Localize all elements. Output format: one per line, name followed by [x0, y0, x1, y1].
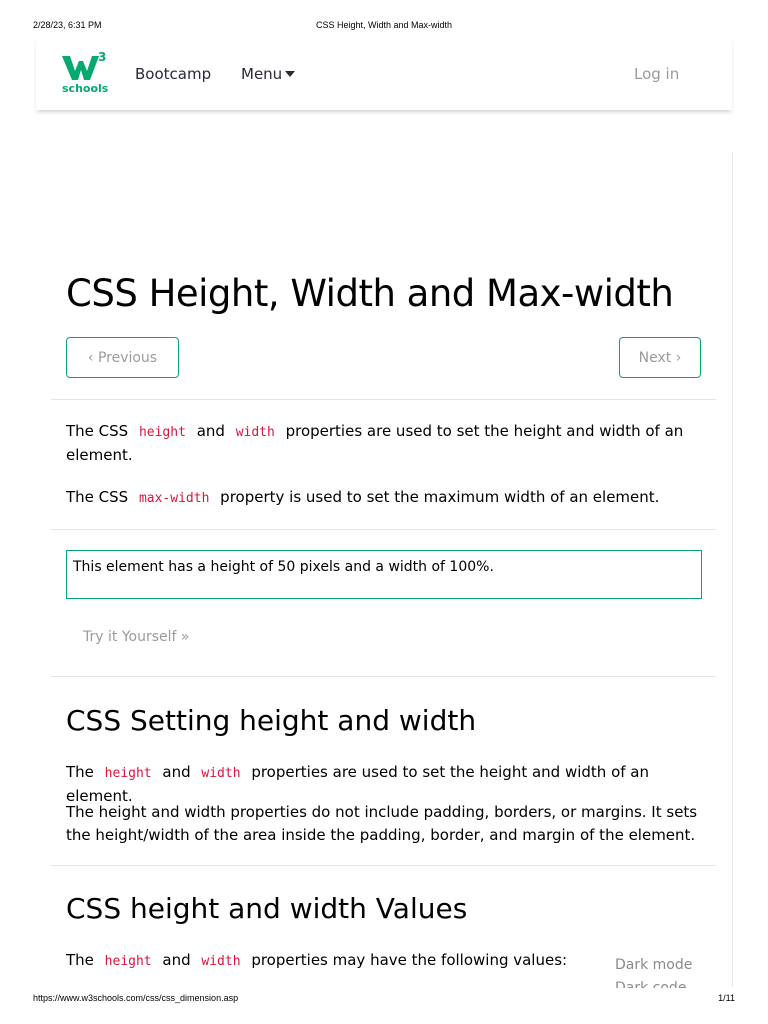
divider — [51, 676, 716, 677]
values-p1-post: properties may have the following values… — [246, 951, 568, 969]
print-page-number: 1/11 — [718, 993, 735, 1003]
login-link[interactable]: Log in — [634, 65, 679, 83]
code-width: width — [235, 425, 275, 440]
divider — [51, 399, 716, 400]
page-title: CSS Height, Width and Max-width — [66, 272, 674, 315]
dark-code-toggle[interactable]: Dark code — [615, 980, 686, 988]
previous-button[interactable]: ‹ Previous — [66, 337, 179, 378]
top-navigation-bar: 3 schools Bootcamp Menu Log in — [36, 37, 732, 110]
try-it-yourself-link[interactable]: Try it Yourself » — [83, 629, 189, 645]
intro-paragraph-2: The CSS max-width property is used to se… — [66, 486, 702, 510]
code-max-width: max-width — [138, 491, 210, 506]
setting-p1-mid: and — [157, 763, 196, 781]
nav-menu-label: Menu — [241, 65, 283, 83]
setting-paragraph-2: The height and width properties do not i… — [66, 803, 698, 844]
caret-down-icon — [285, 71, 296, 77]
nav-menu-button[interactable]: Menu — [241, 65, 296, 83]
page: 2/28/23, 6:31 PM CSS Height, Width and M… — [0, 0, 768, 1024]
logo-text: schools — [62, 82, 109, 95]
intro-paragraph-1: The CSS height and width properties are … — [66, 420, 702, 467]
code-height: height — [104, 766, 152, 781]
code-width: width — [201, 954, 241, 969]
next-button[interactable]: Next › — [619, 337, 701, 378]
values-p1-mid: and — [157, 951, 196, 969]
intro2-text-post: property is used to set the maximum widt… — [215, 488, 660, 506]
previous-label: Previous — [97, 349, 158, 366]
logo-superscript: 3 — [98, 50, 107, 64]
dark-mode-toggle[interactable]: Dark mode — [615, 957, 692, 973]
code-height: height — [104, 954, 152, 969]
dark-code-toggle-clip: Dark code — [612, 980, 722, 988]
chevron-left-icon: ‹ — [87, 349, 94, 366]
print-url: https://www.w3schools.com/css/css_dimens… — [33, 993, 239, 1003]
print-doc-title: CSS Height, Width and Max-width — [315, 20, 453, 30]
divider — [51, 865, 716, 866]
intro2-text-pre: The CSS — [66, 488, 133, 506]
code-height: height — [138, 425, 186, 440]
intro1-text-pre: The CSS — [66, 422, 133, 440]
values-p1-pre: The — [66, 951, 99, 969]
setting-p1-pre: The — [66, 763, 99, 781]
intro1-text-mid: and — [191, 422, 230, 440]
content-right-border — [732, 152, 733, 987]
section-heading-setting: CSS Setting height and width — [66, 704, 477, 737]
print-footer: https://www.w3schools.com/css/css_dimens… — [33, 993, 735, 1005]
chevron-right-icon: › — [675, 349, 682, 366]
section-heading-values: CSS height and width Values — [66, 892, 468, 925]
nav-bootcamp-link[interactable]: Bootcamp — [135, 65, 211, 83]
print-header: 2/28/23, 6:31 PM CSS Height, Width and M… — [33, 20, 735, 32]
code-width: width — [201, 766, 241, 781]
example-demo-box: This element has a height of 50 pixels a… — [66, 550, 702, 599]
values-paragraph-1: The height and width properties may have… — [66, 949, 702, 973]
next-label: Next — [638, 349, 672, 366]
divider — [51, 529, 716, 530]
